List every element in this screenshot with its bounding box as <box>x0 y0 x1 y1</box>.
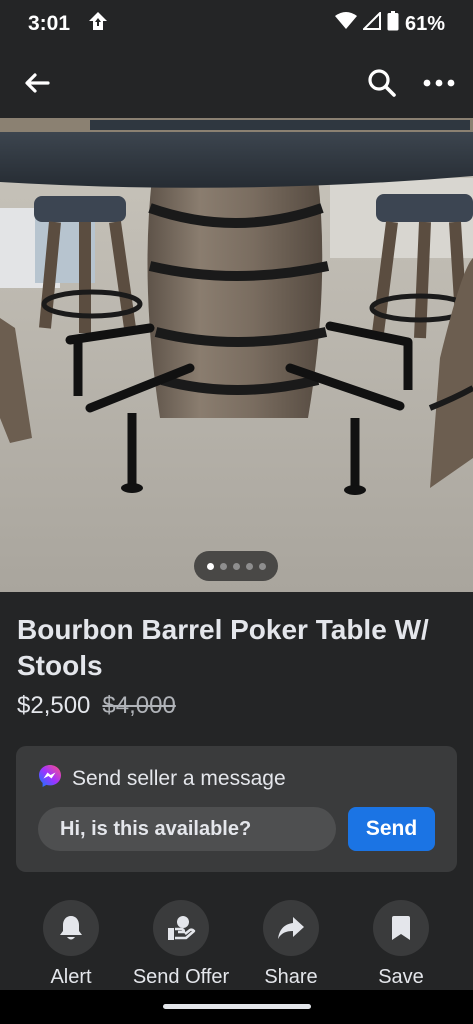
carousel-dot <box>245 562 253 570</box>
home-indicator[interactable] <box>163 1004 311 1009</box>
more-options-button[interactable] <box>423 79 455 87</box>
home-upload-icon <box>88 11 108 37</box>
status-bar: 3:01 61% <box>0 0 473 48</box>
status-time: 3:01 <box>28 12 71 35</box>
cell-signal-icon <box>361 10 381 36</box>
search-icon <box>368 69 396 97</box>
send-offer-label: Send Offer <box>132 966 230 988</box>
listing-photo[interactable] <box>0 118 473 592</box>
listing-image <box>0 118 473 592</box>
message-seller-card: Send seller a message Hi, is this availa… <box>16 746 457 872</box>
wifi-icon <box>334 12 357 36</box>
message-input[interactable]: Hi, is this available? <box>38 807 336 851</box>
more-dots-icon <box>423 79 455 87</box>
carousel-dot <box>258 562 266 570</box>
battery-percent: 61% <box>404 12 445 35</box>
message-header-label: Send seller a message <box>72 767 286 790</box>
listing-price: $2,500 <box>17 692 91 719</box>
share-label: Share <box>264 966 318 988</box>
alert-label: Alert <box>50 966 92 988</box>
send-button[interactable]: Send <box>348 807 435 851</box>
save-circle <box>373 900 429 956</box>
alert-circle <box>43 900 99 956</box>
carousel-dot <box>232 562 240 570</box>
price-row: $2,500 $4,000 <box>17 692 176 720</box>
message-header: Send seller a message <box>38 764 286 794</box>
bell-icon <box>60 916 82 940</box>
arrow-left-icon <box>25 73 50 93</box>
system-nav-bar <box>0 990 473 1024</box>
share-button[interactable]: Share <box>236 900 346 989</box>
send-offer-button[interactable]: Send Offer <box>126 900 236 989</box>
save-label: Save <box>378 966 424 988</box>
bookmark-icon <box>392 916 410 940</box>
save-button[interactable]: Save <box>346 900 456 989</box>
app-bar <box>0 48 473 118</box>
listing-original-price: $4,000 <box>102 692 176 719</box>
search-button[interactable] <box>367 68 397 98</box>
send-offer-circle <box>153 900 209 956</box>
carousel-dot <box>206 562 214 570</box>
listing-title: Bourbon Barrel Poker Table W/ Stools <box>17 614 429 681</box>
photo-carousel-indicator[interactable] <box>194 551 278 581</box>
carousel-dot <box>219 562 227 570</box>
alert-button[interactable]: Alert <box>16 900 126 989</box>
share-circle <box>263 900 319 956</box>
share-arrow-icon <box>278 917 304 939</box>
back-button[interactable] <box>24 72 50 94</box>
offer-hand-icon <box>168 916 196 940</box>
action-row: Alert Send Offer Share Save <box>0 900 473 990</box>
messenger-icon <box>38 764 62 794</box>
battery-icon <box>387 11 399 37</box>
